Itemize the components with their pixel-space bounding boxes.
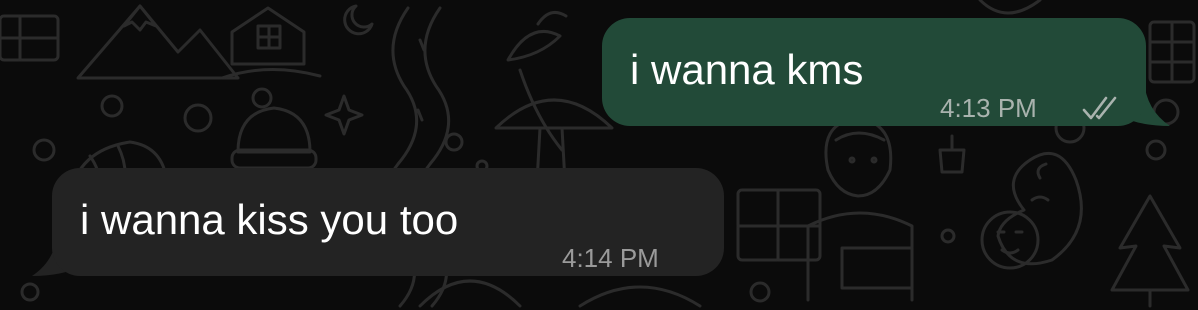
message-text: i wanna kms — [630, 46, 864, 93]
mushroom-doodle-icon — [494, 98, 614, 130]
tree-doodle-icon — [1110, 194, 1190, 292]
incoming-message-bubble[interactable]: i wanna kiss you too 4:14 PM — [52, 168, 724, 276]
mountain-snow-doodle-icon — [122, 4, 158, 32]
double-check-icon — [1082, 96, 1117, 120]
sparkle-doodle-icon — [324, 94, 364, 136]
person-doodle-icon — [824, 116, 893, 198]
message-timestamp: 4:14 PM — [562, 243, 659, 273]
message-text: i wanna kiss you too — [80, 196, 459, 243]
baby-face-doodle-icon — [980, 210, 1040, 270]
mountain-doodle-icon — [76, 4, 240, 80]
beanie-doodle-icon — [236, 106, 312, 154]
cup-doodle-icon — [938, 148, 966, 174]
lamp-doodle-icon — [978, 0, 1042, 15]
palm-leaf-doodle-icon — [506, 30, 562, 62]
moon-doodle-icon — [343, 4, 374, 36]
chat-view: i wanna kms 4:13 PM i wanna kiss you too… — [0, 0, 1198, 310]
message-timestamp: 4:13 PM — [940, 93, 1037, 123]
outgoing-message-bubble[interactable]: i wanna kms 4:13 PM — [602, 18, 1146, 126]
